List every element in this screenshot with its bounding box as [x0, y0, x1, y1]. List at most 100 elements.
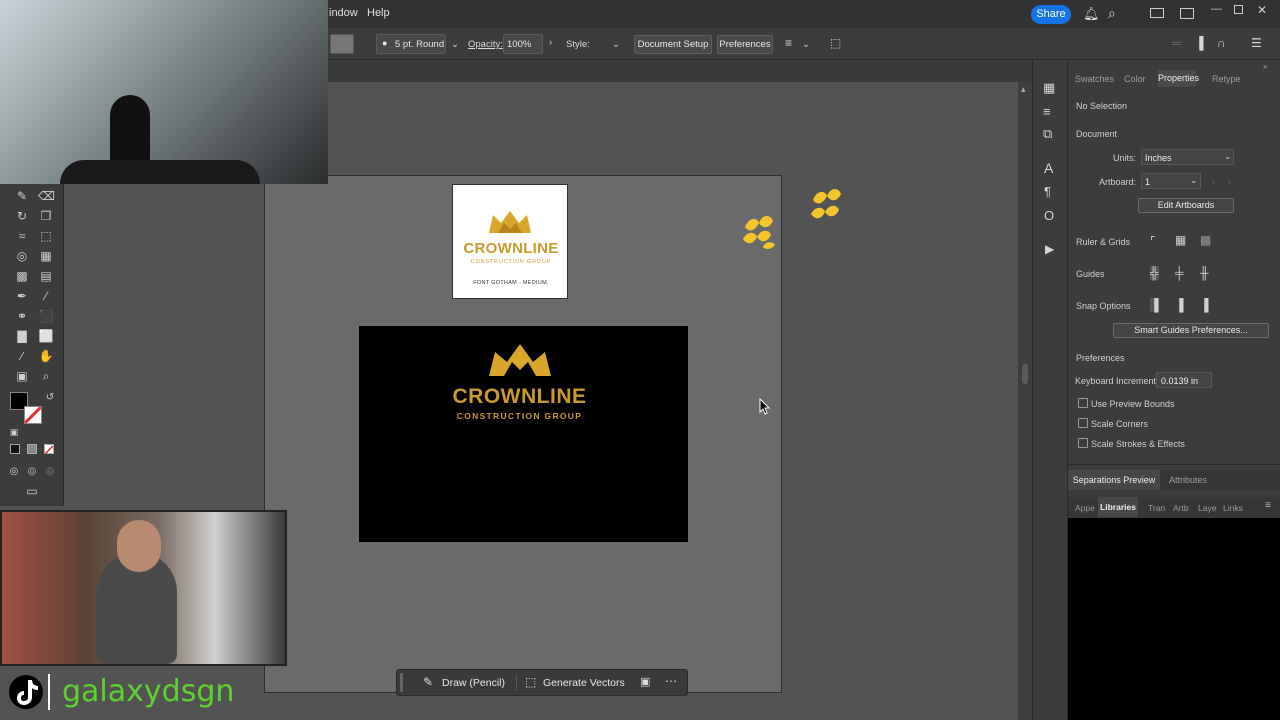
chevron-right-icon[interactable]: › — [549, 37, 552, 48]
align-icon[interactable]: ≡ — [785, 36, 792, 50]
tab-links[interactable]: Links — [1223, 503, 1243, 513]
paragraph-icon[interactable]: ¶ — [1044, 184, 1051, 199]
keyboard-increment-input[interactable]: 0.0139 in — [1156, 372, 1212, 388]
perspective-grid-tool-icon[interactable]: ▦ — [38, 248, 54, 264]
tab-attributes[interactable]: Attributes — [1169, 475, 1207, 485]
snap-to-glyph-icon[interactable]: ▐ — [1200, 298, 1209, 312]
distribute-icon[interactable]: ═ — [1172, 36, 1181, 50]
more-options-icon[interactable]: ⋯ — [665, 674, 677, 688]
hand-tool-icon[interactable]: ✋ — [38, 348, 54, 364]
document-setup-button[interactable]: Document Setup — [634, 35, 712, 54]
tab-transform[interactable]: Tran — [1148, 503, 1165, 513]
chevron-down-icon[interactable]: ⌄ — [451, 39, 459, 50]
arc-icon[interactable]: ∩ — [1217, 36, 1226, 50]
use-preview-bounds-checkbox[interactable] — [1078, 398, 1088, 408]
stroke-color-swatch[interactable] — [23, 405, 43, 425]
search-icon[interactable]: ⌕ — [1108, 5, 1116, 22]
color-mode-icon[interactable] — [10, 444, 20, 454]
scale-strokes-effects-checkbox[interactable] — [1078, 438, 1088, 448]
draw-inside-icon[interactable]: ◎ — [42, 464, 58, 480]
tab-swatches[interactable]: Swatches — [1075, 74, 1114, 84]
align-left-icon[interactable]: ▐ — [1195, 36, 1204, 50]
stroke-color-swatch[interactable] — [330, 34, 354, 54]
tab-properties[interactable]: Properties — [1158, 70, 1199, 87]
gold-leaf-shape[interactable] — [741, 213, 779, 251]
libraries-content[interactable] — [1068, 518, 1280, 720]
scrollbar-thumb[interactable] — [1022, 364, 1028, 384]
rotate-tool-icon[interactable]: ↻ — [14, 208, 30, 224]
gold-leaf-shape[interactable] — [807, 186, 847, 226]
scale-corners-checkbox[interactable] — [1078, 418, 1088, 428]
menu-help[interactable]: Help — [367, 7, 390, 19]
draw-behind-icon[interactable]: ◎ — [24, 464, 40, 480]
warp-tool-icon[interactable]: ≈ — [14, 228, 30, 244]
pathfinder-icon[interactable]: ⧉ — [1043, 126, 1052, 142]
preferences-button[interactable]: Preferences — [717, 35, 773, 54]
artboard-tool-icon[interactable]: ⬜ — [38, 328, 54, 344]
opacity-label[interactable]: Opacity: — [468, 39, 503, 50]
swatch-grid-icon[interactable]: ▦ — [1043, 80, 1055, 96]
generate-vectors-button[interactable]: Generate Vectors — [543, 677, 625, 689]
gradient-mode-icon[interactable] — [27, 444, 37, 454]
none-mode-icon[interactable] — [44, 444, 54, 455]
free-transform-tool-icon[interactable]: ⬚ — [38, 228, 54, 244]
eyedropper-tool-icon[interactable]: ✒ — [14, 288, 30, 304]
artboard-select[interactable]: 1 ⌄ — [1141, 173, 1201, 189]
zoom-tool-icon[interactable]: ⌕ — [38, 368, 54, 384]
white-logo-card[interactable]: CROWNLINE CONSTRUCTION GROUP FONT GOTHAM… — [452, 184, 568, 299]
tab-artboards[interactable]: Artb — [1173, 503, 1189, 513]
column-graph-tool-icon[interactable]: ▇ — [14, 328, 30, 344]
style-chevron-down-icon[interactable]: ⌄ — [612, 39, 620, 50]
swap-colors-icon[interactable]: ↺ — [42, 390, 58, 406]
print-tiling-tool-icon[interactable]: ▣ — [14, 368, 30, 384]
transform-icon[interactable]: ⬚ — [830, 36, 841, 50]
eraser-tool-icon[interactable]: ⌫ — [38, 188, 55, 204]
black-logo-card[interactable]: CROWNLINE CONSTRUCTION GROUP — [359, 326, 688, 542]
collapse-panel-icon[interactable]: » — [1263, 62, 1267, 71]
previous-artboard-icon[interactable]: ‹ — [1212, 176, 1215, 186]
shape-builder-tool-icon[interactable]: ◎ — [14, 248, 30, 264]
screen-mode-icon[interactable]: ▭ — [24, 483, 40, 499]
character-icon[interactable]: A — [1044, 160, 1053, 176]
ruler-icon[interactable]: ⌜ — [1150, 234, 1156, 248]
snap-to-pixel-icon[interactable]: ▐ — [1175, 298, 1184, 312]
lock-guides-icon[interactable]: ╪ — [1175, 266, 1184, 280]
show-guides-icon[interactable]: ╬ — [1150, 266, 1159, 280]
gradient-tool-icon[interactable]: ▤ — [38, 268, 54, 284]
blend-tool-icon[interactable]: ⚭ — [14, 308, 30, 324]
tab-color[interactable]: Color — [1124, 74, 1146, 84]
smart-guides-preferences-button[interactable]: Smart Guides Preferences... — [1113, 323, 1269, 338]
tab-appearance[interactable]: Appe — [1075, 503, 1095, 513]
bell-icon[interactable]: 🔔︎ — [1083, 6, 1100, 22]
panel-menu-icon[interactable]: ☰ — [1251, 36, 1262, 50]
mesh-tool-icon[interactable]: ▩ — [14, 268, 30, 284]
scroll-up-icon[interactable]: ▴ — [1021, 84, 1026, 95]
symbol-sprayer-tool-icon[interactable]: ⬛ — [38, 308, 54, 324]
align-panel-icon[interactable]: ≡ — [1043, 104, 1051, 119]
align-chevron-icon[interactable]: ⌄ — [802, 39, 810, 50]
units-select[interactable]: Inches ⌄ — [1141, 149, 1234, 165]
measure-tool-icon[interactable]: ∕ — [38, 288, 54, 304]
maximize-icon[interactable] — [1234, 5, 1243, 14]
tab-separations-preview[interactable]: Separations Preview — [1068, 470, 1160, 490]
share-button[interactable]: Share — [1031, 5, 1071, 24]
workspace-icon[interactable] — [1180, 8, 1194, 19]
drag-handle-icon[interactable] — [400, 673, 403, 692]
slice-tool-icon[interactable]: ∕ — [14, 348, 30, 364]
tab-libraries[interactable]: Libraries — [1098, 497, 1138, 517]
vertical-scrollbar[interactable]: ▴ — [1018, 82, 1032, 720]
minimize-icon[interactable]: — — [1211, 3, 1222, 15]
transparency-grid-icon[interactable]: ▩ — [1200, 233, 1211, 247]
opentype-icon[interactable]: O — [1044, 208, 1054, 223]
next-artboard-icon[interactable]: › — [1228, 176, 1231, 186]
draw-pencil-button[interactable]: Draw (Pencil) — [442, 677, 505, 689]
close-icon[interactable]: ✕ — [1257, 3, 1267, 17]
pencil-tool-icon[interactable]: ✎ — [14, 188, 30, 204]
brush-definition-select[interactable]: ● 5 pt. Round — [376, 34, 446, 54]
edit-artboards-button[interactable]: Edit Artboards — [1138, 198, 1234, 213]
panel-menu-icon[interactable]: ≡ — [1265, 500, 1271, 511]
tab-retype[interactable]: Retype — [1212, 74, 1241, 84]
draw-normal-icon[interactable]: ◎ — [6, 464, 22, 480]
default-colors-icon[interactable]: ▣ — [6, 424, 22, 440]
grid-icon[interactable]: ▦ — [1175, 233, 1186, 247]
